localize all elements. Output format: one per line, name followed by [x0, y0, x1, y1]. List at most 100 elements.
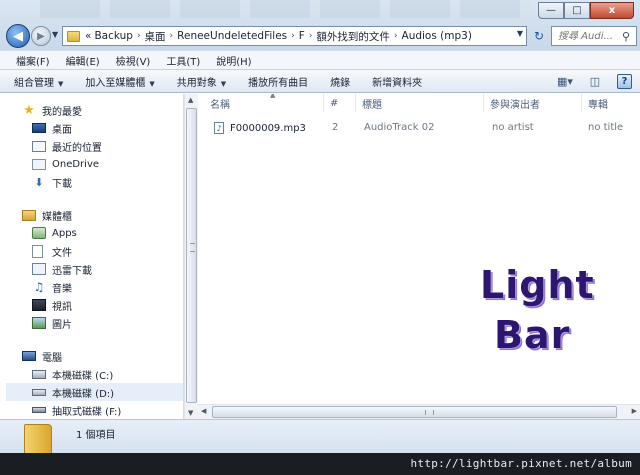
- menu-help[interactable]: 說明(H): [208, 53, 259, 68]
- column-name[interactable]: ▲ 名稱: [206, 94, 324, 112]
- music-note-icon: ♫: [33, 280, 45, 294]
- nav-item-onedrive[interactable]: OneDrive: [32, 155, 99, 173]
- column-track[interactable]: #: [326, 94, 356, 112]
- scroll-left-icon[interactable]: ◀: [201, 407, 206, 415]
- refresh-button[interactable]: ↻: [530, 26, 548, 46]
- h-scroll-thumb[interactable]: [212, 406, 617, 418]
- nav-computer-label: 電腦: [42, 352, 62, 364]
- breadcrumb-audios[interactable]: Audios (mp3): [402, 30, 472, 42]
- refresh-icon: ↻: [533, 29, 545, 43]
- view-options-icon[interactable]: ▦▾: [557, 73, 573, 89]
- breadcrumb-separator[interactable]: ›: [291, 31, 295, 41]
- breadcrumb-backup[interactable]: Backup: [94, 30, 133, 42]
- breadcrumb-f[interactable]: F: [299, 30, 305, 42]
- address-dropdown[interactable]: ▼: [517, 29, 523, 38]
- status-bar: 1 個項目: [0, 419, 640, 458]
- horizontal-scrollbar[interactable]: ◀ ▶: [198, 404, 640, 419]
- nav-item-drive-d[interactable]: 本機磁碟 (D:): [6, 383, 183, 401]
- nav-item-label: Apps: [52, 227, 77, 239]
- menu-tools[interactable]: 工具(T): [158, 53, 208, 68]
- close-button[interactable]: x: [590, 2, 634, 19]
- column-title[interactable]: 標題: [358, 94, 484, 112]
- nav-item-downloads[interactable]: ⬇ 下載: [32, 173, 72, 191]
- burn-button[interactable]: 燒錄: [330, 74, 350, 89]
- nav-item-pictures[interactable]: 圖片: [32, 314, 72, 332]
- menu-edit[interactable]: 編輯(E): [58, 53, 108, 68]
- back-button[interactable]: ◀: [6, 24, 30, 48]
- scroll-down-icon[interactable]: ▼: [188, 409, 193, 417]
- file-track: 2: [332, 122, 339, 133]
- nav-computer[interactable]: 電腦: [22, 347, 62, 365]
- breadcrumb-desktop[interactable]: 桌面: [145, 29, 166, 44]
- nav-item-documents[interactable]: 文件: [32, 242, 72, 260]
- nav-item-label: 迅雷下載: [52, 265, 92, 277]
- nav-item-xunlei[interactable]: 迅雷下載: [32, 260, 92, 278]
- scroll-right-icon[interactable]: ▶: [632, 407, 637, 415]
- breadcrumb-separator[interactable]: ›: [394, 31, 398, 41]
- maximize-button[interactable]: □: [564, 2, 590, 19]
- nav-item-label: 本機磁碟 (D:): [52, 388, 115, 400]
- nav-libraries[interactable]: 媒體櫃: [22, 206, 72, 224]
- preview-pane-icon[interactable]: ◫: [587, 73, 603, 89]
- nav-scroll-thumb[interactable]: [186, 108, 197, 403]
- video-icon: [32, 299, 46, 311]
- search-box[interactable]: ⚲: [551, 26, 637, 46]
- nav-favorites-label: 我的最愛: [42, 106, 82, 118]
- nav-item-apps[interactable]: Apps: [32, 224, 77, 242]
- column-artist[interactable]: 參與演出者: [486, 94, 582, 112]
- help-icon[interactable]: ?: [617, 73, 632, 89]
- scroll-up-icon[interactable]: ▲: [188, 96, 193, 104]
- nav-item-desktop[interactable]: 桌面: [32, 119, 72, 137]
- nav-scrollbar[interactable]: ▲ ▼: [184, 94, 198, 419]
- drive-icon: [32, 388, 46, 396]
- menu-view[interactable]: 檢視(V): [108, 53, 159, 68]
- file-artist: no artist: [492, 122, 534, 133]
- document-icon: [32, 244, 43, 258]
- chevron-down-icon: ▼: [149, 79, 155, 88]
- grip-icon: [425, 410, 434, 415]
- nav-item-drive-c[interactable]: 本機磁碟 (C:): [32, 365, 113, 383]
- search-input[interactable]: [558, 30, 622, 42]
- column-artist-label: 參與演出者: [490, 99, 540, 111]
- breadcrumb-separator[interactable]: ›: [309, 31, 313, 41]
- breadcrumb-overflow[interactable]: «: [85, 30, 91, 42]
- library-icon: [22, 209, 36, 221]
- nav-item-recent[interactable]: 最近的位置: [32, 137, 102, 155]
- address-bar[interactable]: « Backup › 桌面 › ReneeUndeletedFiles › F …: [62, 26, 527, 46]
- nav-item-label: 最近的位置: [52, 142, 102, 154]
- download-icon: ⬇: [34, 175, 44, 189]
- chevron-down-icon: ▼: [52, 30, 59, 39]
- breadcrumb-extra-files[interactable]: 額外找到的文件: [316, 29, 390, 44]
- column-track-label: #: [330, 97, 339, 109]
- new-folder-button[interactable]: 新增資料夾: [372, 74, 422, 89]
- system-drive-icon: [32, 369, 46, 379]
- play-all-button[interactable]: 播放所有曲目: [248, 74, 308, 89]
- nav-item-label: 音樂: [52, 283, 72, 295]
- xunlei-folder-icon: [32, 263, 46, 275]
- minimize-button[interactable]: —: [538, 2, 564, 19]
- column-album[interactable]: 專輯: [584, 94, 640, 112]
- column-title-label: 標題: [362, 99, 382, 111]
- nav-item-drive-f[interactable]: 抽取式磁碟 (F:): [32, 401, 121, 419]
- breadcrumb-renee[interactable]: ReneeUndeletedFiles: [177, 30, 287, 42]
- file-list: ▲ 名稱 # 標題 參與演出者 專輯 ♪ F0000009.mp3 2 Audi…: [198, 94, 640, 404]
- picture-icon: [32, 317, 46, 329]
- table-row[interactable]: ♪ F0000009.mp3 2 AudioTrack 02 no artist…: [204, 120, 640, 138]
- forward-button[interactable]: ▶: [31, 26, 51, 46]
- file-name-cell[interactable]: ♪ F0000009.mp3: [214, 122, 306, 134]
- nav-favorites[interactable]: ★ 我的最愛: [22, 101, 82, 119]
- organize-label: 組合管理: [14, 77, 54, 89]
- organize-button[interactable]: 組合管理 ▼: [14, 74, 63, 89]
- add-to-library-button[interactable]: 加入至媒體櫃 ▼: [85, 74, 154, 89]
- breadcrumb-separator[interactable]: ›: [170, 31, 174, 41]
- share-with-button[interactable]: 共用對象 ▼: [177, 74, 226, 89]
- nav-item-videos[interactable]: 視訊: [32, 296, 72, 314]
- background-window-ghost: [40, 0, 530, 18]
- navigation-pane: ★ 我的最愛 桌面 最近的位置 OneDrive ⬇ 下載 媒體櫃 Apps 文…: [0, 94, 184, 419]
- breadcrumb-separator[interactable]: ›: [137, 31, 141, 41]
- recent-pages-dropdown[interactable]: ▼: [52, 30, 58, 39]
- search-icon[interactable]: ⚲: [622, 30, 630, 43]
- nav-item-music[interactable]: ♫ 音樂: [32, 278, 72, 296]
- menu-file[interactable]: 檔案(F): [8, 53, 58, 68]
- command-bar: 組合管理 ▼ 加入至媒體櫃 ▼ 共用對象 ▼ 播放所有曲目 燒錄 新增資料夾 ▦▾ ◫…: [0, 69, 640, 93]
